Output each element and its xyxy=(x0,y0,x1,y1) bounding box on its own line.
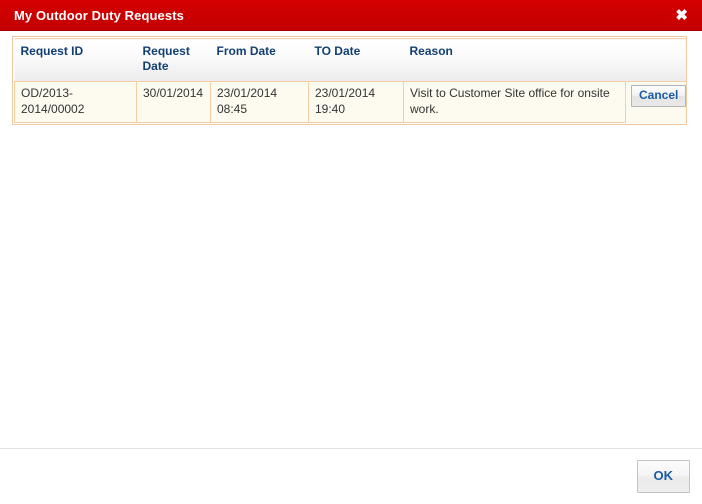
column-header-request-date: Request Date xyxy=(136,38,211,82)
cell-action: Cancel xyxy=(625,81,687,123)
column-header-from-date: From Date xyxy=(210,38,309,82)
column-header-reason: Reason xyxy=(403,38,626,82)
cancel-request-button[interactable]: Cancel xyxy=(631,85,687,108)
dialog-footer: OK xyxy=(0,448,702,504)
outdoor-duty-requests-dialog: My Outdoor Duty Requests ✖ Request ID Re… xyxy=(0,0,702,504)
column-header-request-id: Request ID xyxy=(14,38,137,82)
dialog-content: Request ID Request Date From Date TO Dat… xyxy=(0,31,702,448)
dialog-title: My Outdoor Duty Requests xyxy=(14,7,184,23)
table-header: Request ID Request Date From Date TO Dat… xyxy=(14,38,686,82)
close-icon[interactable]: ✖ xyxy=(671,6,692,25)
column-header-action xyxy=(625,38,686,82)
cell-request-id: OD/2013-2014/00002 xyxy=(14,80,137,124)
ok-button[interactable]: OK xyxy=(636,459,690,494)
table-row: OD/2013-2014/00002 30/01/2014 23/01/2014… xyxy=(14,80,687,124)
table-body: OD/2013-2014/00002 30/01/2014 23/01/2014… xyxy=(14,80,687,124)
cell-reason: Visit to Customer Site office for onsite… xyxy=(403,80,626,124)
requests-table: Request ID Request Date From Date TO Dat… xyxy=(14,38,687,124)
cell-to-date: 23/01/2014 19:40 xyxy=(308,80,404,124)
requests-grid-container: Request ID Request Date From Date TO Dat… xyxy=(12,36,687,126)
dialog-titlebar: My Outdoor Duty Requests ✖ xyxy=(0,0,702,31)
column-header-to-date: TO Date xyxy=(308,38,404,82)
cell-request-date: 30/01/2014 xyxy=(136,80,211,124)
cell-from-date: 23/01/2014 08:45 xyxy=(210,80,309,124)
table-header-row: Request ID Request Date From Date TO Dat… xyxy=(14,38,686,82)
